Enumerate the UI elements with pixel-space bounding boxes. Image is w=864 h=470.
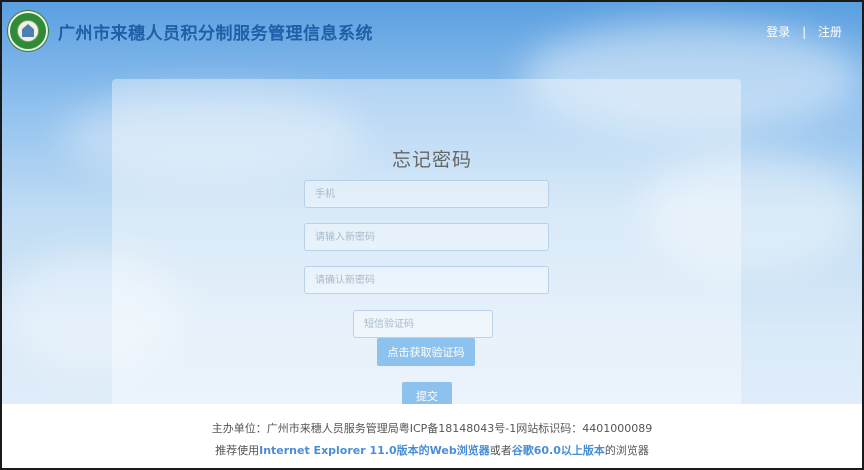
- get-code-button[interactable]: 点击获取验证码: [377, 338, 475, 366]
- footer: 主办单位：广州市来穗人员服务管理局粤ICP备18148043号-1网站标识码：4…: [2, 404, 862, 468]
- page-frame: 广州市来穗人员积分制服务管理信息系统 登录 | 注册 忘记密码 点击获取验证码 …: [0, 0, 864, 470]
- footer-browser-recommendation: 推荐使用Internet Explorer 11.0版本的Web浏览器或者谷歌6…: [215, 444, 649, 457]
- chrome-browser-link[interactable]: 谷歌60.0以上版本: [512, 444, 605, 457]
- footer-organizer-text: 主办单位：广州市来穗人员服务管理局粤ICP备18148043号-1网站标识码：4…: [211, 422, 653, 435]
- new-password-input[interactable]: [304, 223, 549, 251]
- form-area: 忘记密码 点击获取验证码 提交: [2, 2, 862, 468]
- sms-code-input[interactable]: [353, 310, 493, 338]
- page-title: 忘记密码: [391, 149, 472, 171]
- confirm-password-input[interactable]: [304, 266, 549, 294]
- ie-browser-link[interactable]: Internet Explorer 11.0版本的Web浏览器: [259, 444, 490, 457]
- phone-input[interactable]: [304, 180, 549, 208]
